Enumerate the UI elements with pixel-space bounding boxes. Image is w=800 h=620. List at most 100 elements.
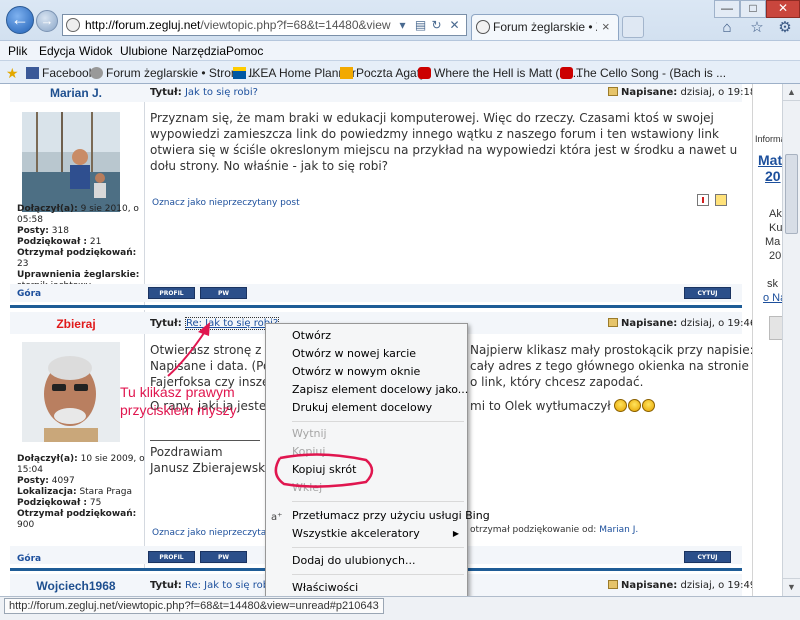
compatibility-view-icon[interactable]: ▤	[413, 18, 428, 33]
post-body-right: Najpierw klikasz mały prostokącik przy n…	[470, 343, 752, 413]
pm-button[interactable]: PW	[200, 287, 247, 299]
menu-narzedzia[interactable]: Narzędzia	[172, 44, 226, 58]
facebook-icon	[26, 67, 39, 79]
profile-stats: Dołączył(a): 9 sie 2010, o 05:58 Posty: …	[17, 204, 140, 291]
post-author[interactable]: Zbieraj	[14, 317, 138, 331]
scroll-thumb[interactable]	[785, 154, 798, 234]
favorite-cello[interactable]: The Cello Song - (Bach is ...	[560, 66, 726, 80]
tab-favicon-icon	[476, 20, 490, 34]
favorites-star-icon[interactable]: ★	[6, 65, 19, 82]
window-maximize-button[interactable]: □	[740, 0, 766, 18]
browser-chrome: ← → http://forum.zegluj.net/viewtopic.ph…	[0, 0, 800, 84]
ctx-translate-bing[interactable]: a⁺ Przetłumacz przy użyciu usługi Bing	[266, 508, 490, 526]
vertical-scrollbar[interactable]: ▲ ▼	[782, 84, 800, 596]
ctx-open-new-window[interactable]: Otwórz w nowym oknie	[266, 364, 467, 382]
side-link[interactable]: 20	[765, 168, 781, 184]
report-icon[interactable]	[697, 194, 709, 206]
refresh-icon[interactable]: ↻	[429, 18, 444, 33]
ctx-add-favorites[interactable]: Dodaj do ulubionych...	[266, 553, 467, 571]
ctx-save-target[interactable]: Zapisz element docelowy jako...	[266, 382, 468, 400]
window-close-button[interactable]: ✕	[766, 0, 800, 18]
smiley-icon	[641, 399, 655, 412]
url-host: http://forum.zegluj.net	[85, 18, 201, 32]
post-icon	[608, 318, 618, 327]
side-button[interactable]	[769, 316, 782, 340]
address-bar[interactable]: http://forum.zegluj.net/viewtopic.php?f=…	[62, 14, 467, 36]
status-bar: http://forum.zegluj.net/viewtopic.php?f=…	[0, 596, 800, 620]
profile-stats: Dołączył(a): 10 sie 2009, o 15:04 Posty:…	[17, 454, 145, 530]
new-tab-button[interactable]	[622, 16, 644, 38]
submenu-arrow-icon: ▶	[452, 529, 459, 538]
tab-close-icon[interactable]: ×	[602, 19, 610, 34]
site-favicon-icon	[66, 18, 80, 32]
translate-icon: a⁺	[271, 512, 283, 523]
status-url: http://forum.zegluj.net/viewtopic.php?f=…	[4, 598, 384, 614]
address-url[interactable]: http://forum.zegluj.net/viewtopic.php?f=…	[85, 18, 391, 33]
menu-edycja[interactable]: Edycja	[39, 44, 75, 58]
avatar	[22, 112, 120, 212]
quote-button[interactable]: CYTUJ	[684, 551, 731, 563]
browser-tab-active[interactable]: Forum żeglarskie • Zobacz ... ×	[471, 14, 619, 40]
youtube-icon	[418, 67, 431, 79]
menu-pomoc[interactable]: Pomoc	[226, 44, 263, 58]
ctx-open-new-tab[interactable]: Otwórz w nowej karcie	[266, 346, 467, 364]
side-link[interactable]: o Na	[763, 292, 782, 304]
mail-icon	[340, 67, 353, 79]
signature: Pozdrawiam Janusz Zbierajewski	[150, 445, 269, 475]
favorite-matt[interactable]: Where the Hell is Matt (20...	[418, 66, 583, 80]
avatar	[22, 342, 120, 442]
profile-button[interactable]: PROFIL	[148, 551, 195, 563]
gear-icon[interactable]: ⚙	[776, 19, 794, 37]
quote-button[interactable]: CYTUJ	[684, 287, 731, 299]
top-link[interactable]: Góra	[17, 554, 41, 564]
favorite-ikea[interactable]: IKEA Home Planner	[233, 66, 356, 80]
top-link[interactable]: Góra	[17, 289, 41, 299]
annotation-arrow-icon	[167, 322, 210, 377]
post-date: Napisane: dzisiaj, o 19:46	[608, 318, 752, 329]
home-icon[interactable]: ⌂	[718, 19, 736, 37]
mark-unread-link[interactable]: Oznacz jako nieprzeczytany post	[152, 198, 300, 208]
side-text: Ku	[769, 222, 782, 234]
stop-icon[interactable]: ✕	[447, 18, 462, 33]
side-text: Ak	[769, 208, 782, 220]
favorite-facebook[interactable]: Facebook	[26, 66, 95, 80]
ctx-separator	[292, 574, 464, 575]
search-dropdown-icon[interactable]: ▾	[395, 18, 410, 33]
post-icon	[608, 580, 618, 589]
menu-widok[interactable]: Widok	[79, 44, 112, 58]
favorite-poczta[interactable]: Poczta Agaty	[340, 66, 426, 80]
side-text: 20	[769, 250, 782, 262]
thanks-user-link[interactable]: Marian J.	[599, 525, 638, 535]
post-title: Tytuł: Jak to się robi?	[150, 87, 258, 98]
mark-unread-link[interactable]: Oznacz jako nieprzeczyta	[152, 528, 266, 538]
scroll-down-icon[interactable]: ▼	[783, 578, 800, 595]
post-title-link[interactable]: Re: Jak to się robi?	[185, 580, 277, 591]
post-author[interactable]: Wojciech1968	[14, 579, 138, 593]
annotation-circle-icon	[274, 453, 374, 488]
ctx-accelerators[interactable]: Wszystkie akceleratory ▶	[266, 526, 467, 544]
scroll-up-icon[interactable]: ▲	[783, 84, 800, 101]
post-author[interactable]: Marian J.	[14, 86, 138, 100]
menu-ulubione[interactable]: Ulubione	[120, 44, 167, 58]
side-text: Ma	[765, 236, 781, 248]
forward-button[interactable]: →	[36, 10, 58, 32]
window-minimize-button[interactable]: —	[714, 0, 740, 18]
ctx-print-target[interactable]: Drukuj element docelowy	[266, 400, 467, 418]
ctx-cut: Wytnij	[292, 427, 327, 440]
post-title-link[interactable]: Jak to się robi?	[185, 87, 258, 98]
favorites-star-icon[interactable]: ☆	[748, 19, 766, 37]
back-button[interactable]: ←	[6, 6, 34, 34]
profile-button[interactable]: PROFIL	[148, 287, 195, 299]
side-link[interactable]: Matt	[758, 152, 782, 168]
thanks-icon[interactable]	[715, 194, 727, 206]
forum-icon	[90, 67, 103, 79]
side-text: sk	[767, 278, 778, 290]
info-heading: Informa	[755, 134, 782, 144]
menu-plik[interactable]: Plik	[8, 44, 27, 58]
ctx-open[interactable]: Otwórz	[266, 328, 467, 346]
ctx-separator	[292, 501, 464, 502]
smiley-icon	[627, 399, 641, 412]
pm-button[interactable]: PW	[200, 551, 247, 563]
post-separator	[10, 305, 742, 308]
ctx-separator	[292, 421, 464, 422]
